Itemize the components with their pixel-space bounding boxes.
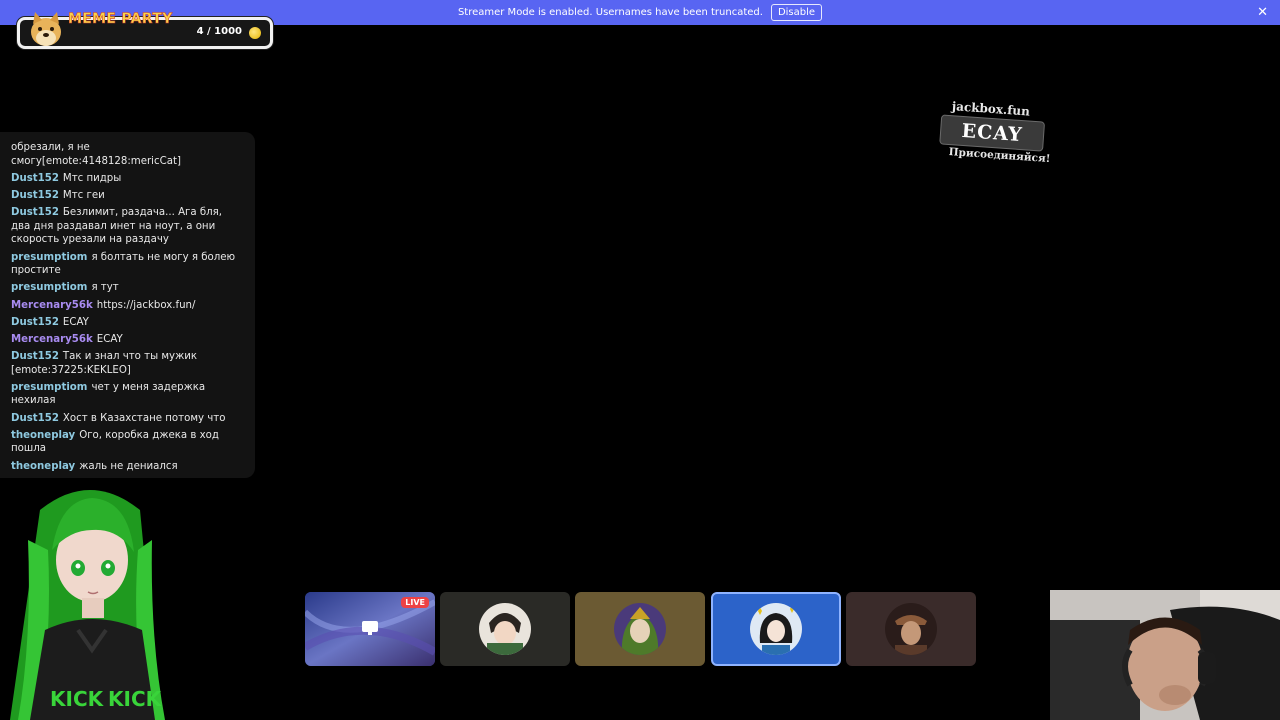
- chat-message: theoneplay жаль не дениался: [11, 460, 244, 474]
- chat-message: Mercenary56khttps://discord.gg/duSYfPHyJ: [11, 477, 244, 479]
- chat-text: я тут: [91, 282, 119, 294]
- chat-text: Мтс пидры: [62, 172, 122, 184]
- chat-text: https://jackbox.fun/: [96, 299, 196, 311]
- chat-username[interactable]: Dust152: [11, 173, 59, 184]
- participant-tile-speaking[interactable]: [711, 592, 841, 666]
- chat-message: Dust152 Безлимит, раздача... Ага бля, два…: [11, 206, 244, 247]
- svg-text:KICK: KICK: [108, 687, 163, 711]
- avatar: [479, 603, 531, 655]
- participant-tile[interactable]: [575, 592, 705, 666]
- chat-username[interactable]: Dust152: [11, 317, 59, 328]
- chat-text: Хост в Казахстане потому что: [62, 412, 226, 424]
- chat-username[interactable]: presumptiom: [11, 252, 87, 263]
- chat-message: presumptiom я болтать не могу я болею про…: [11, 251, 244, 278]
- chat-username[interactable]: Dust152: [11, 413, 59, 424]
- chat-username[interactable]: Dust152: [11, 190, 59, 201]
- chat-username[interactable]: presumptiom: [11, 282, 87, 293]
- meme-party-title: MEME PARTY: [68, 11, 173, 28]
- chat-message: presumptiom я тут: [11, 281, 244, 295]
- chat-panel: обрезали, я не смогу[emote:4148128:meric…: [0, 132, 255, 478]
- close-icon[interactable]: ✕: [1257, 5, 1268, 20]
- chat-message: Dust152 Хост в Казахстане потому что: [11, 412, 244, 426]
- live-badge: LIVE: [401, 597, 429, 608]
- disable-button[interactable]: Disable: [770, 4, 823, 21]
- avatar: [614, 603, 666, 655]
- coin-icon: [249, 27, 261, 39]
- chat-username[interactable]: Mercenary56k: [11, 300, 93, 311]
- avatar: [885, 603, 937, 655]
- chat-username[interactable]: theoneplay: [11, 461, 75, 472]
- chat-message: Mercenary56k ECAY: [11, 333, 244, 347]
- participant-tile[interactable]: [440, 592, 570, 666]
- webcam-feed: [1050, 590, 1280, 720]
- meme-party-progress: 4 / 1000: [196, 26, 242, 37]
- chat-text: Мтс геи: [62, 189, 105, 201]
- chat-username[interactable]: Dust152: [11, 207, 59, 218]
- participant-tile[interactable]: [846, 592, 976, 666]
- chat-message: Mercenary56k https://jackbox.fun/: [11, 299, 244, 313]
- chat-text: обрезали, я не смогу[emote:4148128:meric…: [11, 142, 181, 167]
- meme-party-widget: MEME PARTY 4 / 1000: [17, 11, 273, 49]
- screen-share-icon: [362, 621, 378, 635]
- chat-username[interactable]: Dust152: [11, 351, 59, 362]
- chat-message: theoneplay Ого, коробка джека в ход пошла: [11, 429, 244, 456]
- chat-message: обрезали, я не смогу[emote:4148128:meric…: [11, 141, 244, 168]
- chat-text: ECAY: [96, 333, 123, 345]
- avatar: [750, 603, 802, 655]
- chat-username[interactable]: theoneplay: [11, 430, 75, 441]
- chat-message: Dust152 Мтс геи: [11, 189, 244, 203]
- participant-tile-stream[interactable]: LIVE: [305, 592, 435, 666]
- svg-text:KICK: KICK: [50, 687, 105, 711]
- chat-message: presumptiom чет у меня задержка нехилая: [11, 381, 244, 408]
- banner-text: Streamer Mode is enabled. Usernames have…: [457, 7, 763, 18]
- chat-text: ECAY: [62, 316, 89, 328]
- chat-text: жаль не дениался: [79, 460, 178, 472]
- vtuber-avatar: KICK KICK: [10, 490, 165, 720]
- jackbox-room-sign: jackbox.fun ECAY Присоединяйся!: [934, 96, 1051, 174]
- chat-message: Dust152 Мтс пидры: [11, 172, 244, 186]
- chat-message: Dust152 Так и знал что ты мужик [emote:37…: [11, 350, 244, 377]
- chat-username[interactable]: Mercenary56k: [11, 334, 93, 345]
- doge-icon: [31, 12, 61, 46]
- chat-message: Dust152 ECAY: [11, 316, 244, 330]
- chat-username[interactable]: presumptiom: [11, 382, 87, 393]
- room-code: ECAY: [960, 119, 1024, 147]
